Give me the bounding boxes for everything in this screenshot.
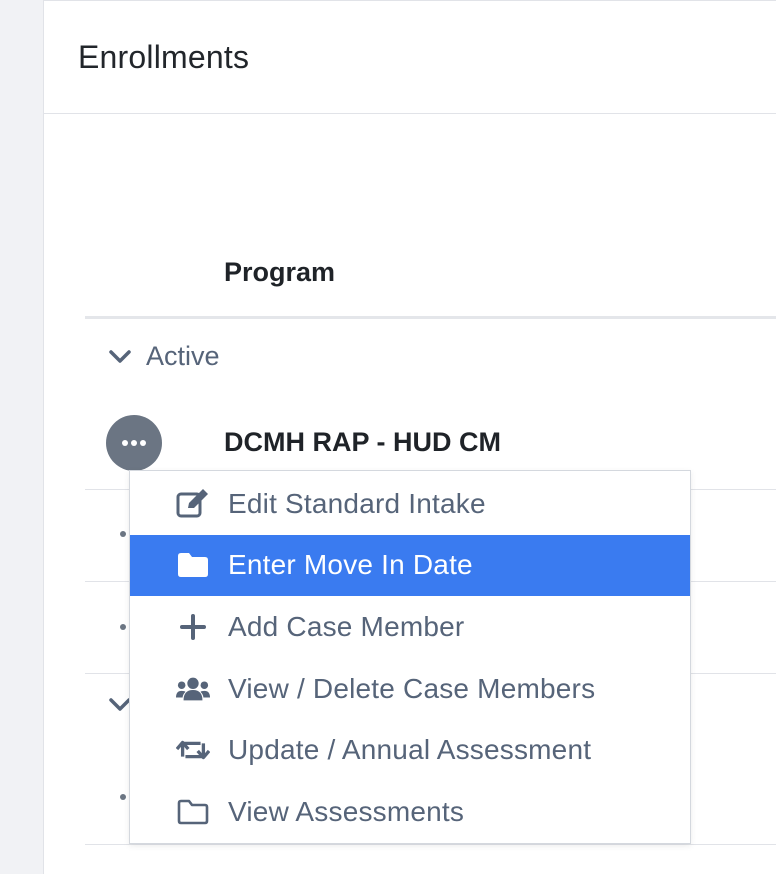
menu-item-label: View Assessments — [228, 795, 465, 827]
menu-item-enter-move-in-date[interactable]: Enter Move In Date — [130, 534, 690, 597]
program-name[interactable]: DCMH RAP - HUD CM — [224, 427, 501, 458]
menu-item-view-assessments[interactable]: View Assessments — [130, 781, 690, 843]
row-actions-button[interactable] — [106, 415, 162, 471]
table-header-divider — [85, 316, 776, 319]
menu-item-label: Edit Standard Intake — [228, 487, 486, 519]
group-label: Active — [146, 341, 220, 371]
retweet-icon — [176, 733, 210, 767]
row-bullet — [120, 624, 126, 630]
edit-icon — [176, 487, 210, 521]
group-toggle-active[interactable]: Active — [108, 341, 220, 372]
menu-item-label: Update / Annual Assessment — [228, 734, 592, 766]
panel-title: Enrollments — [78, 39, 250, 75]
ellipsis-dot — [122, 440, 128, 446]
panel-header: Enrollments — [44, 1, 776, 114]
row-actions-menu: Edit Standard Intake Enter Move In Date … — [129, 470, 691, 844]
menu-item-edit-standard-intake[interactable]: Edit Standard Intake — [130, 473, 690, 535]
chevron-down-icon — [108, 349, 132, 365]
menu-item-label: Enter Move In Date — [228, 549, 473, 581]
ellipsis-dot — [140, 440, 146, 446]
menu-item-view-delete-case-members[interactable]: View / Delete Case Members — [130, 658, 690, 720]
row-bullet — [120, 794, 126, 800]
plus-icon — [176, 610, 210, 644]
menu-item-label: Add Case Member — [228, 610, 465, 642]
menu-item-update-annual-assessment[interactable]: Update / Annual Assessment — [130, 719, 690, 781]
menu-item-add-case-member[interactable]: Add Case Member — [130, 596, 690, 658]
row-divider — [85, 844, 776, 845]
users-icon — [176, 672, 210, 706]
folder-icon — [176, 548, 210, 582]
column-header-program[interactable]: Program — [224, 257, 335, 288]
menu-item-label: View / Delete Case Members — [228, 672, 596, 704]
folder-outline-icon — [176, 795, 210, 829]
row-bullet — [120, 531, 126, 537]
ellipsis-dot — [131, 440, 137, 446]
